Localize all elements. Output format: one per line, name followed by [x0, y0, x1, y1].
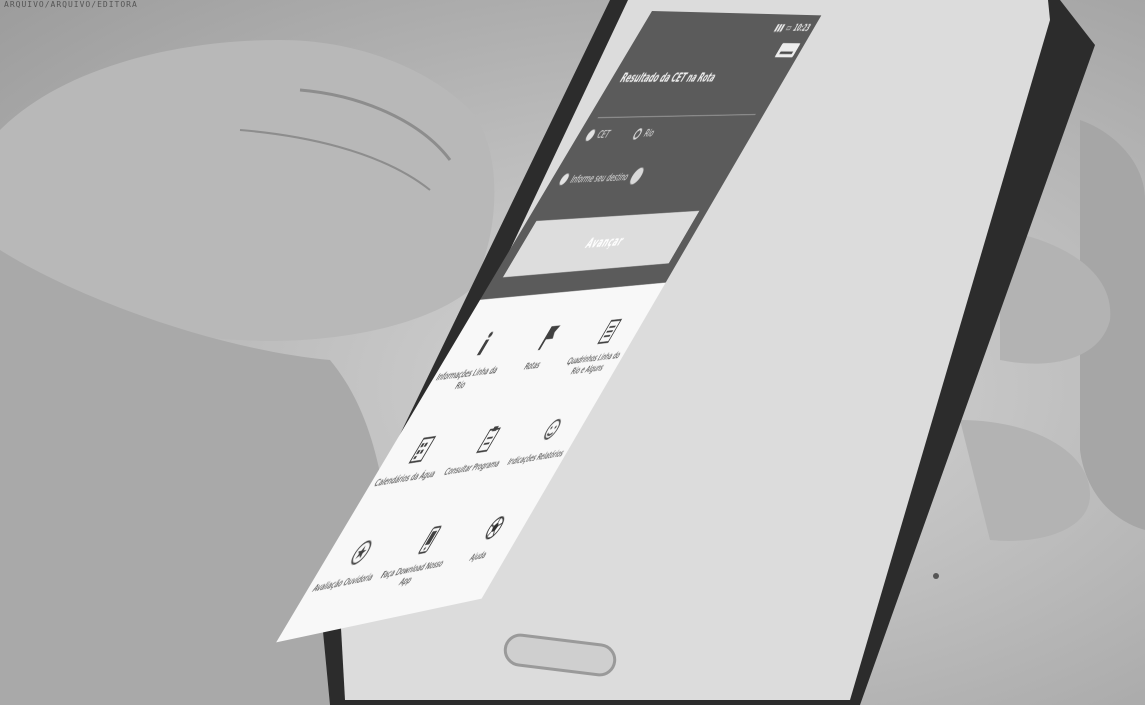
star-icon	[345, 536, 378, 569]
phone-icon	[414, 524, 446, 556]
status-time: 10:23	[790, 21, 814, 34]
radio-label: Informe seu destino	[567, 170, 632, 186]
destination-option[interactable]: Informe seu destino	[556, 167, 647, 188]
divider	[597, 114, 756, 119]
flag-icon	[537, 325, 561, 351]
photo-caption: ARQUIVO/ARQUIVO/EDITORA	[4, 0, 138, 9]
document-icon	[596, 316, 625, 345]
clipboard-icon	[474, 423, 505, 454]
ball-icon	[480, 512, 510, 543]
menu-label: Calendários da Água	[371, 468, 438, 490]
menu-label: Consultar Programa	[441, 458, 502, 479]
question-text: Resultado da CET na Rota	[616, 71, 719, 86]
info-icon	[476, 331, 494, 356]
radio-label: Rio	[641, 127, 658, 140]
status-bar: ▮▮▮ ▭ 10:23	[636, 11, 821, 40]
advance-button[interactable]: Avançar	[502, 210, 700, 278]
radio-label: CET	[594, 128, 613, 141]
photo-scene: ARQUIVO/ARQUIVO/EDITORA ▮▮▮ ▭ 10:23 ▂▂▂▂…	[0, 0, 1145, 705]
radio-option-1[interactable]: CET	[584, 128, 613, 141]
calendar-icon	[407, 433, 439, 465]
face-icon	[537, 414, 567, 444]
radio-option-2[interactable]: Rio	[631, 127, 657, 140]
refresh-chip[interactable]: ▂▂▂▂	[774, 43, 801, 58]
